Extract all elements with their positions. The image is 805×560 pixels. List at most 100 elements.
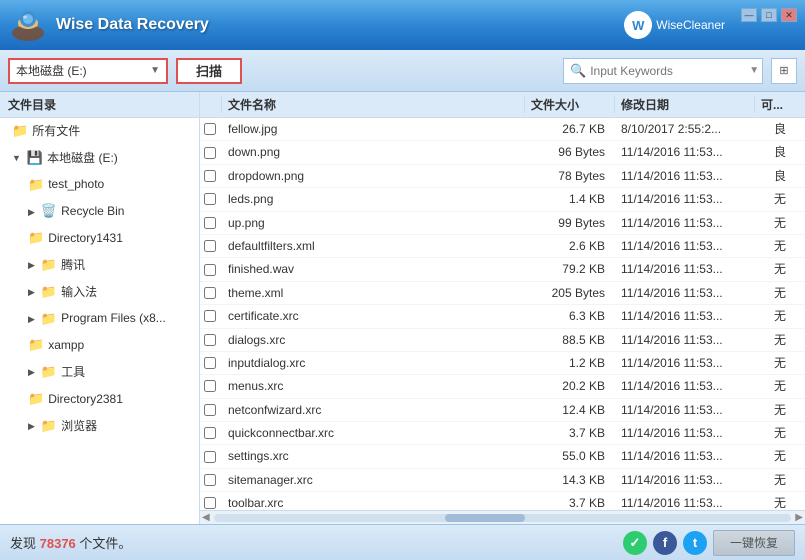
row-checkbox[interactable] bbox=[204, 357, 216, 369]
row-checkbox[interactable] bbox=[204, 123, 216, 135]
sidebar-item-label: Recycle Bin bbox=[61, 202, 124, 221]
scrollbar-thumb[interactable] bbox=[445, 514, 525, 522]
wechat-button[interactable]: ✓ bbox=[623, 531, 647, 555]
sidebar-item-label: test_photo bbox=[48, 175, 104, 194]
row-checkbox[interactable] bbox=[204, 474, 216, 486]
sidebar-header: 文件目录 bbox=[0, 92, 199, 118]
row-checkbox[interactable] bbox=[204, 334, 216, 346]
row-filename: leds.png bbox=[222, 188, 525, 210]
row-checkbox[interactable] bbox=[204, 287, 216, 299]
row-checkbox[interactable] bbox=[204, 264, 216, 276]
row-filename: dropdown.png bbox=[222, 165, 525, 187]
main-area: 文件目录 📁 所有文件 ▼ 💾 本地磁盘 (E:) 📁 test_photo ▶… bbox=[0, 92, 805, 524]
row-checkbox-cell bbox=[200, 146, 222, 160]
expand-arrow-icon: ▶ bbox=[28, 258, 35, 272]
table-row: defaultfilters.xml 2.6 KB 11/14/2016 11:… bbox=[200, 235, 805, 258]
sidebar-item-drive-e[interactable]: ▼ 💾 本地磁盘 (E:) bbox=[0, 145, 199, 172]
sidebar-item-tools[interactable]: ▶ 📁 工具 bbox=[0, 359, 199, 386]
sidebar-item-dir1431[interactable]: 📁 Directory1431 bbox=[0, 225, 199, 252]
col-name: 文件名称 bbox=[222, 96, 525, 113]
recover-button[interactable]: 一键恢复 bbox=[713, 530, 795, 556]
folder-icon: 📁 bbox=[28, 228, 44, 249]
table-row: quickconnectbar.xrc 3.7 KB 11/14/2016 11… bbox=[200, 422, 805, 445]
sidebar-item-tencent[interactable]: ▶ 📁 腾讯 bbox=[0, 252, 199, 279]
row-checkbox[interactable] bbox=[204, 217, 216, 229]
sidebar-item-allfiles[interactable]: 📁 所有文件 bbox=[0, 118, 199, 145]
folder-icon: 📁 bbox=[28, 175, 44, 196]
close-button[interactable]: ✕ bbox=[781, 8, 797, 22]
row-date: 11/14/2016 11:53... bbox=[615, 492, 755, 510]
row-date: 11/14/2016 11:53... bbox=[615, 352, 755, 374]
row-checkbox[interactable] bbox=[204, 451, 216, 463]
folder-icon: 📁 bbox=[41, 255, 57, 276]
row-checkbox[interactable] bbox=[204, 427, 216, 439]
row-checkbox[interactable] bbox=[204, 310, 216, 322]
row-checkbox-cell bbox=[200, 333, 222, 347]
row-status: 良 bbox=[755, 165, 805, 187]
row-date: 11/14/2016 11:53... bbox=[615, 329, 755, 351]
row-status: 无 bbox=[755, 305, 805, 327]
recycle-icon: 🗑️ bbox=[41, 201, 57, 222]
row-checkbox-cell bbox=[200, 496, 222, 510]
sidebar-item-recycle-bin[interactable]: ▶ 🗑️ Recycle Bin bbox=[0, 198, 199, 225]
sidebar-item-label: 本地磁盘 (E:) bbox=[47, 149, 118, 168]
row-checkbox[interactable] bbox=[204, 404, 216, 416]
facebook-button[interactable]: f bbox=[653, 531, 677, 555]
row-date: 11/14/2016 11:53... bbox=[615, 282, 755, 304]
row-status: 无 bbox=[755, 422, 805, 444]
sidebar-item-ime[interactable]: ▶ 📁 输入法 bbox=[0, 279, 199, 306]
row-checkbox[interactable] bbox=[204, 380, 216, 392]
row-checkbox[interactable] bbox=[204, 193, 216, 205]
row-filename: up.png bbox=[222, 212, 525, 234]
row-date: 11/14/2016 11:53... bbox=[615, 305, 755, 327]
view-toggle-button[interactable]: ⊞ bbox=[771, 58, 797, 84]
search-arrow-icon: ▼ bbox=[749, 65, 759, 76]
row-checkbox[interactable] bbox=[204, 497, 216, 509]
drive-select[interactable]: 本地磁盘 (E:) ▼ bbox=[8, 58, 168, 84]
sidebar-item-xampp[interactable]: 📁 xampp bbox=[0, 332, 199, 359]
row-date: 11/14/2016 11:53... bbox=[615, 235, 755, 257]
row-filename: quickconnectbar.xrc bbox=[222, 422, 525, 444]
row-checkbox-cell bbox=[200, 426, 222, 440]
sidebar-item-dir2381[interactable]: 📁 Directory2381 bbox=[0, 386, 199, 413]
row-status: 无 bbox=[755, 258, 805, 280]
table-row: down.png 96 Bytes 11/14/2016 11:53... 良 bbox=[200, 141, 805, 164]
row-checkbox-cell bbox=[200, 309, 222, 323]
sidebar-item-label: 所有文件 bbox=[32, 122, 80, 141]
row-checkbox-cell bbox=[200, 403, 222, 417]
sidebar-item-label: 腾讯 bbox=[61, 256, 85, 275]
search-input[interactable] bbox=[590, 64, 745, 78]
col-date: 修改日期 bbox=[615, 96, 755, 113]
maximize-button[interactable]: □ bbox=[761, 8, 777, 22]
status-prefix: 发现 bbox=[10, 536, 36, 551]
search-icon: 🔍 bbox=[570, 63, 586, 79]
row-checkbox-cell bbox=[200, 356, 222, 370]
twitter-button[interactable]: t bbox=[683, 531, 707, 555]
folder-icon: 📁 bbox=[12, 121, 28, 142]
row-size: 20.2 KB bbox=[525, 375, 615, 397]
status-bar: 发现 78376 个文件。 ✓ f t 一键恢复 bbox=[0, 524, 805, 560]
row-checkbox[interactable] bbox=[204, 147, 216, 159]
row-date: 11/14/2016 11:53... bbox=[615, 422, 755, 444]
row-size: 78 Bytes bbox=[525, 165, 615, 187]
row-date: 8/10/2017 2:55:2... bbox=[615, 118, 755, 140]
row-checkbox[interactable] bbox=[204, 170, 216, 182]
row-date: 11/14/2016 11:53... bbox=[615, 399, 755, 421]
expand-arrow-icon: ▶ bbox=[28, 205, 35, 219]
row-date: 11/14/2016 11:53... bbox=[615, 141, 755, 163]
folder-icon: 📁 bbox=[41, 416, 57, 437]
sidebar-item-label: Directory1431 bbox=[48, 229, 123, 248]
sidebar-item-programfiles[interactable]: ▶ 📁 Program Files (x8... bbox=[0, 306, 199, 333]
wisecleaner-label: WiseCleaner bbox=[656, 18, 725, 32]
status-suffix: 个文件。 bbox=[79, 536, 131, 551]
row-date: 11/14/2016 11:53... bbox=[615, 212, 755, 234]
row-checkbox[interactable] bbox=[204, 240, 216, 252]
row-status: 良 bbox=[755, 141, 805, 163]
sidebar-item-test-photo[interactable]: 📁 test_photo bbox=[0, 172, 199, 199]
horizontal-scrollbar[interactable]: ◀ ▶ bbox=[200, 510, 805, 524]
minimize-button[interactable]: — bbox=[741, 8, 757, 22]
scan-button[interactable]: 扫描 bbox=[176, 58, 242, 84]
table-row: dialogs.xrc 88.5 KB 11/14/2016 11:53... … bbox=[200, 329, 805, 352]
row-status: 无 bbox=[755, 235, 805, 257]
sidebar-item-browser[interactable]: ▶ 📁 浏览器 bbox=[0, 413, 199, 440]
